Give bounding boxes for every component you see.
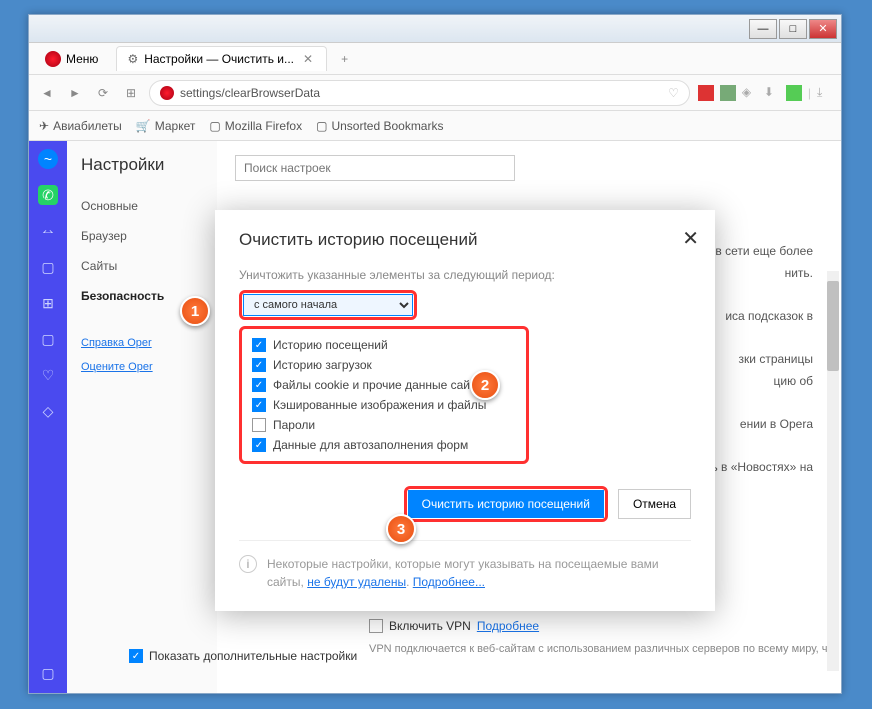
- ext-icon-2[interactable]: [720, 85, 736, 101]
- maximize-button[interactable]: □: [779, 19, 807, 39]
- checkbox-icon: [252, 418, 266, 432]
- note-link-1[interactable]: не будут удалены: [307, 575, 406, 589]
- save-icon[interactable]: ⤓: [817, 85, 833, 101]
- reload-button[interactable]: ⟳: [93, 86, 113, 100]
- note-link-2[interactable]: Подробнее...: [413, 575, 485, 589]
- nav-item-basic[interactable]: Основные: [67, 191, 217, 221]
- select-highlight: с самого начала: [239, 290, 417, 320]
- opt-history[interactable]: ✓Историю посещений: [252, 335, 516, 355]
- checkbox-icon: ✓: [252, 438, 266, 452]
- cancel-button[interactable]: Отмена: [618, 489, 691, 519]
- dialog-note: i Некоторые настройки, которые могут ука…: [239, 540, 691, 591]
- bookmark-item[interactable]: ▢Unsorted Bookmarks: [316, 119, 443, 133]
- settings-nav: Настройки Основные Браузер Сайты Безопас…: [67, 141, 217, 693]
- bookmark-rail-icon[interactable]: ▢: [38, 329, 58, 349]
- folder-icon: ▢: [316, 119, 327, 133]
- cube-icon[interactable]: ◇: [38, 401, 58, 421]
- messenger-icon[interactable]: ~: [38, 149, 58, 169]
- annotation-marker-1: 1: [180, 296, 210, 326]
- whatsapp-icon[interactable]: ✆: [38, 185, 58, 205]
- grid-icon[interactable]: ⊞: [38, 293, 58, 313]
- checkbox-icon: ✓: [129, 649, 143, 663]
- tab-title: Настройки — Очистить и...: [144, 52, 294, 66]
- menu-button[interactable]: Меню: [35, 47, 108, 71]
- gear-icon: ⚙: [127, 52, 138, 66]
- expand-icon[interactable]: ▢: [38, 663, 58, 683]
- primary-highlight: Очистить историю посещений: [404, 486, 608, 522]
- heart-icon[interactable]: ♡: [668, 86, 679, 100]
- apps-button[interactable]: ⊞: [121, 86, 141, 100]
- bookmarks-bar: ✈Авиабилеты 🛒Маркет ▢Mozilla Firefox ▢Un…: [29, 111, 841, 141]
- bookmark-item[interactable]: ✈Авиабилеты: [39, 119, 122, 133]
- window-titlebar: — □ ✕: [29, 15, 841, 43]
- plane-icon: ✈: [39, 119, 49, 133]
- vpn-more-link[interactable]: Подробнее: [477, 619, 539, 633]
- nav-item-sites[interactable]: Сайты: [67, 251, 217, 281]
- checkbox-icon: ✓: [252, 338, 266, 352]
- tab-bar: Меню ⚙ Настройки — Очистить и... ✕ +: [29, 43, 841, 75]
- heart-rail-icon[interactable]: ♡: [38, 365, 58, 385]
- settings-heading: Настройки: [67, 155, 217, 191]
- vpn-enable-row[interactable]: Включить VPN Подробнее: [369, 619, 539, 633]
- url-field[interactable]: settings/clearBrowserData ♡: [149, 80, 690, 106]
- dialog-close-button[interactable]: ✕: [682, 226, 699, 251]
- checkbox-icon: [369, 619, 383, 633]
- cart-icon: 🛒: [136, 119, 151, 133]
- checkbox-icon: ✓: [252, 378, 266, 392]
- opera-url-icon: [160, 86, 174, 100]
- period-select[interactable]: с самого начала: [243, 294, 413, 316]
- opt-cache[interactable]: ✓Кэшированные изображения и файлы: [252, 395, 516, 415]
- address-bar: ◄ ► ⟳ ⊞ settings/clearBrowserData ♡ ◈ ⬇ …: [29, 75, 841, 111]
- opt-passwords[interactable]: Пароли: [252, 415, 516, 435]
- menu-label: Меню: [66, 52, 98, 66]
- annotation-marker-3: 3: [386, 514, 416, 544]
- sidebar-rail: ~ ✆ ⥎ ▢ ⊞ ▢ ♡ ◇ ▢: [29, 141, 67, 693]
- ext-icon-1[interactable]: [698, 85, 714, 101]
- ext-icon-3[interactable]: [786, 85, 802, 101]
- help-link[interactable]: Справка Oper: [67, 331, 217, 355]
- url-text: settings/clearBrowserData: [180, 86, 662, 100]
- minimize-button[interactable]: —: [749, 19, 777, 39]
- extension-icons: ◈ ⬇ | ⤓: [698, 85, 833, 101]
- vk-icon[interactable]: ⥎: [38, 221, 58, 241]
- vpn-description: VPN подключается к веб-сайтам с использо…: [369, 643, 839, 655]
- divider: |: [808, 86, 811, 100]
- scroll-thumb[interactable]: [827, 281, 839, 371]
- dialog-period-label: Уничтожить указанные элементы за следующ…: [239, 268, 691, 282]
- checkbox-icon: ✓: [252, 358, 266, 372]
- window-close-button[interactable]: ✕: [809, 19, 837, 39]
- settings-search-input[interactable]: [235, 155, 515, 181]
- opera-logo-icon: [45, 51, 61, 67]
- rate-link[interactable]: Оцените Oper: [67, 355, 217, 379]
- nav-item-browser[interactable]: Браузер: [67, 221, 217, 251]
- clear-button[interactable]: Очистить историю посещений: [408, 490, 604, 518]
- back-button[interactable]: ◄: [37, 86, 57, 100]
- folder-icon: ▢: [209, 119, 220, 133]
- dialog-actions: Очистить историю посещений Отмена: [239, 486, 691, 522]
- opt-autofill[interactable]: ✓Данные для автозаполнения форм: [252, 435, 516, 455]
- new-tab-button[interactable]: +: [333, 48, 356, 70]
- forward-button[interactable]: ►: [65, 86, 85, 100]
- shield-icon[interactable]: ◈: [742, 85, 758, 101]
- annotation-marker-2: 2: [470, 370, 500, 400]
- show-advanced-checkbox[interactable]: ✓ Показать дополнительные настройки: [129, 649, 357, 663]
- camera-icon[interactable]: ▢: [38, 257, 58, 277]
- clear-history-dialog: ✕ Очистить историю посещений Уничтожить …: [215, 210, 715, 611]
- bookmark-item[interactable]: 🛒Маркет: [136, 119, 196, 133]
- bookmark-item[interactable]: ▢Mozilla Firefox: [209, 119, 302, 133]
- checkbox-icon: ✓: [252, 398, 266, 412]
- browser-tab[interactable]: ⚙ Настройки — Очистить и... ✕: [116, 46, 327, 71]
- scrollbar[interactable]: [827, 271, 839, 671]
- tab-close-button[interactable]: ✕: [300, 52, 316, 66]
- download-icon[interactable]: ⬇: [764, 85, 780, 101]
- info-icon: i: [239, 555, 257, 573]
- dialog-title: Очистить историю посещений: [239, 230, 691, 250]
